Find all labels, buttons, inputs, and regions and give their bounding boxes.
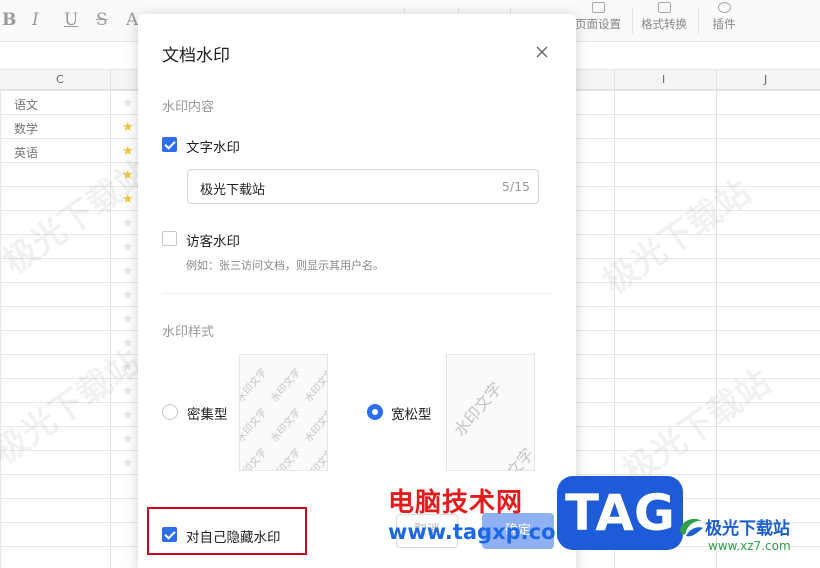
star-rating-icon: ★ bbox=[122, 216, 134, 231]
strikethrough-button[interactable]: S bbox=[96, 10, 108, 30]
overlay-site-url: www.tagxp.com bbox=[388, 520, 578, 544]
grid-line bbox=[716, 69, 717, 568]
loose-style-label: 宽松型 bbox=[391, 407, 432, 423]
column-header-i[interactable]: I bbox=[662, 73, 665, 86]
preview-text: 水印文字 bbox=[479, 442, 534, 470]
section-divider bbox=[162, 293, 553, 294]
preview-text: 水印文字 bbox=[269, 446, 304, 471]
plugin-icon bbox=[717, 2, 731, 13]
page-setup-icon bbox=[591, 2, 605, 13]
preview-text: 水印文字 bbox=[239, 366, 270, 405]
toolbar-divider bbox=[632, 8, 633, 34]
visitor-watermark-hint: 例如：张三访问文档，则显示其用户名。 bbox=[186, 259, 384, 272]
brand-logo-icon bbox=[680, 518, 703, 537]
text-watermark-label: 文字水印 bbox=[186, 140, 240, 156]
underline-button[interactable]: U bbox=[64, 10, 78, 30]
star-rating-icon: ★ bbox=[122, 312, 134, 327]
preview-text: 水印文字 bbox=[239, 406, 270, 445]
page-setup-button[interactable]: 页面设置 bbox=[568, 2, 628, 32]
loose-style-preview[interactable]: 水印文字 水印文字 bbox=[446, 354, 535, 471]
text-watermark-checkbox[interactable] bbox=[162, 137, 177, 152]
italic-button[interactable]: I bbox=[32, 10, 39, 30]
brand-name: 极光下载站 bbox=[705, 519, 790, 539]
star-rating-icon: ★ bbox=[122, 288, 134, 303]
plugins-label: 插件 bbox=[712, 17, 736, 31]
star-rating-icon: ★ bbox=[122, 432, 134, 447]
bold-button[interactable]: B bbox=[2, 10, 16, 30]
star-rating-icon: ★ bbox=[122, 120, 134, 135]
visitor-watermark-checkbox[interactable] bbox=[162, 231, 177, 246]
visitor-watermark-label: 访客水印 bbox=[186, 234, 240, 250]
preview-text: 水印文字 bbox=[450, 378, 506, 440]
column-header-c[interactable]: C bbox=[56, 73, 64, 86]
page-setup-label: 页面设置 bbox=[575, 17, 621, 31]
highlight-annotation-box bbox=[147, 507, 307, 555]
dense-style-label: 密集型 bbox=[187, 407, 228, 423]
cell-subject[interactable]: 语文 bbox=[14, 96, 38, 113]
star-rating-icon: ★ bbox=[122, 264, 134, 279]
watermark-text-input[interactable]: 极光下载站 5/15 bbox=[187, 169, 539, 204]
plugins-button[interactable]: 插件 bbox=[694, 2, 754, 32]
cell-subject[interactable]: 数学 bbox=[14, 120, 38, 137]
grid-line bbox=[110, 69, 111, 568]
section-title-style: 水印样式 bbox=[162, 325, 215, 340]
dialog-title: 文档水印 bbox=[162, 46, 230, 66]
section-title-content: 水印内容 bbox=[162, 100, 215, 115]
character-count: 5/15 bbox=[501, 179, 530, 194]
watermark-text-value: 极光下载站 bbox=[200, 183, 266, 198]
font-color-button[interactable]: A bbox=[126, 10, 138, 30]
preview-text: 水印文字 bbox=[303, 446, 328, 471]
preview-text: 水印文字 bbox=[269, 366, 304, 405]
dense-style-preview[interactable]: 水印文字 水印文字 水印文字 水印文字 水印文字 水印文字 水印文字 水印文字 … bbox=[239, 354, 328, 471]
overlay-site-title: 电脑技术网 bbox=[388, 488, 524, 518]
preview-text: 水印文字 bbox=[303, 366, 328, 405]
tag-logo-badge: TAG bbox=[557, 476, 683, 550]
close-icon[interactable] bbox=[534, 44, 550, 60]
star-rating-icon: ★ bbox=[122, 408, 134, 423]
brand-url: www.xz7.com bbox=[708, 539, 791, 553]
loose-style-radio[interactable] bbox=[367, 404, 383, 420]
format-convert-label: 格式转换 bbox=[641, 17, 687, 31]
preview-text: 水印文字 bbox=[269, 406, 304, 445]
format-convert-button[interactable]: 格式转换 bbox=[634, 2, 694, 32]
star-rating-icon: ★ bbox=[122, 96, 134, 111]
dense-style-radio[interactable] bbox=[162, 404, 178, 420]
preview-text: 水印文字 bbox=[239, 446, 270, 471]
preview-text: 水印文字 bbox=[303, 406, 328, 445]
cell-subject[interactable]: 英语 bbox=[14, 144, 38, 161]
format-convert-icon bbox=[657, 2, 671, 13]
column-header-j[interactable]: J bbox=[764, 73, 767, 86]
star-rating-icon: ★ bbox=[122, 456, 134, 471]
star-rating-icon: ★ bbox=[122, 240, 134, 255]
